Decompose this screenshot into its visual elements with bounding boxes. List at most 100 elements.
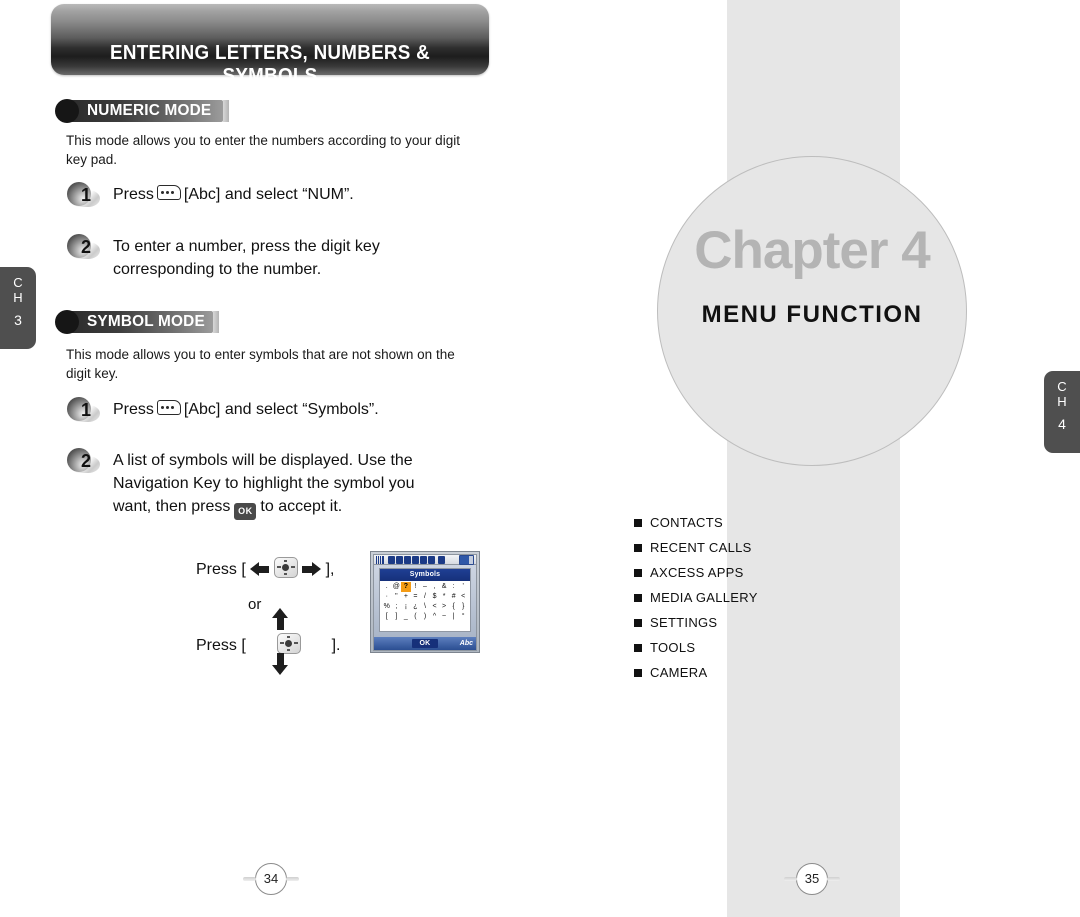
- symbol-cell[interactable]: $: [430, 592, 440, 602]
- symbol-cell[interactable]: +: [401, 592, 411, 602]
- alert-icon: [404, 555, 411, 564]
- toc-item-label: MEDIA GALLERY: [650, 590, 758, 605]
- toc-item[interactable]: CONTACTS: [634, 510, 758, 535]
- ok-key-icon: OK: [234, 503, 257, 520]
- step-text-after: to accept it.: [260, 498, 343, 515]
- symbol-cell[interactable]: *: [439, 592, 449, 602]
- section-bullet-icon: [55, 310, 79, 334]
- nav-instruction-or: or: [248, 596, 262, 613]
- navigation-key-icon: [276, 633, 301, 654]
- chapter-subtitle: MENU FUNCTION: [701, 301, 923, 328]
- toc-item[interactable]: SETTINGS: [634, 610, 758, 635]
- chapter-tab-c: C: [13, 275, 23, 290]
- symbol-cell[interactable]: ': [458, 582, 468, 592]
- page-number-right: 35: [784, 863, 840, 895]
- symbol-cell[interactable]: <: [458, 592, 468, 602]
- symbol-cell[interactable]: @: [392, 582, 402, 592]
- symbol-cell[interactable]: [: [382, 612, 392, 622]
- toc-item[interactable]: RECENT CALLS: [634, 535, 758, 560]
- symbols-dialog-title: Symbols: [380, 569, 470, 581]
- data-icon: [438, 555, 445, 564]
- section-plate-cap: [213, 311, 219, 333]
- step-number: 1: [81, 185, 92, 205]
- toc-item-label: CONTACTS: [650, 515, 723, 530]
- symbol-cell[interactable]: :: [449, 582, 459, 592]
- chapter-tab-left[interactable]: C H 3: [0, 267, 36, 349]
- step-number: 1: [81, 400, 92, 420]
- symbol-cell[interactable]: °: [458, 612, 468, 622]
- left-arrow-icon: [250, 562, 270, 577]
- symbol-cell[interactable]: #: [449, 592, 459, 602]
- symbol-cell[interactable]: ~: [439, 612, 449, 622]
- down-arrow-icon: [272, 653, 289, 675]
- step-text-before: Press: [113, 186, 154, 203]
- softkey-abc-button[interactable]: Abc: [460, 640, 473, 647]
- step-number: 2: [81, 237, 92, 257]
- phone-icon: [388, 555, 395, 564]
- symbols-grid[interactable]: . @?! –, &: ' · " + = / $ * # <%; ¡ ¿ \ < >{}[] _() ^ ~ | °: [380, 581, 470, 623]
- symbol-cell[interactable]: ¿: [411, 602, 421, 612]
- symbol-cell[interactable]: /: [420, 592, 430, 602]
- symbol-cell[interactable]: ·: [382, 592, 392, 602]
- symbol-cell[interactable]: &: [439, 582, 449, 592]
- symbol-cell[interactable]: |: [449, 612, 459, 622]
- toc-bullet-icon: [634, 643, 642, 652]
- symbol-cell[interactable]: (: [411, 612, 421, 622]
- symbol-cell[interactable]: %: [382, 602, 392, 612]
- toc-bullet-icon: [634, 593, 642, 602]
- symbol-mode-paragraph: This mode allows you to enter symbols th…: [66, 347, 455, 381]
- toc-bullet-icon: [634, 618, 642, 627]
- phone-status-bar: [373, 554, 477, 565]
- up-arrow-icon: [272, 608, 289, 630]
- section-bullet-icon: [55, 99, 79, 123]
- toc-item[interactable]: CAMERA: [634, 660, 758, 685]
- abc-key-icon: [156, 185, 181, 200]
- section-plate-cap: [223, 100, 229, 122]
- symbol-cell[interactable]: ]: [392, 612, 402, 622]
- chapter-tab-h: H: [1057, 394, 1067, 409]
- symbol-cell[interactable]: {: [449, 602, 459, 612]
- symbol-cell[interactable]: ): [420, 612, 430, 622]
- toc-bullet-icon: [634, 568, 642, 577]
- press-prefix-2: Press [: [196, 637, 246, 654]
- nav-instruction-line-2: Press [ ].: [196, 633, 341, 655]
- chapter-tab-right[interactable]: C H 4: [1044, 371, 1080, 453]
- toc-item-label: TOOLS: [650, 640, 696, 655]
- step-text: A list of symbols will be displayed. Use…: [113, 449, 443, 520]
- symbol-cell[interactable]: >: [439, 602, 449, 612]
- symbol-cell[interactable]: }: [458, 602, 468, 612]
- symbol-cell[interactable]: \: [420, 602, 430, 612]
- symbol-cell[interactable]: ": [392, 592, 402, 602]
- step-text: Press [Abc] and select “NUM”.: [113, 183, 354, 206]
- step-text-before: Press: [113, 401, 154, 418]
- numeric-mode-paragraph: This mode allows you to enter the number…: [66, 133, 460, 167]
- section-label: NUMERIC MODE: [87, 102, 212, 119]
- navigation-key-icon: [273, 557, 298, 578]
- symbol-cell[interactable]: .: [382, 582, 392, 592]
- abc-key-icon: [156, 400, 181, 415]
- symbols-dialog: Symbols . @?! –, &: ' · " + = / $ * # <%; ¡ ¿ \ < >{}[] _()…: [379, 568, 471, 632]
- toc-item[interactable]: MEDIA GALLERY: [634, 585, 758, 610]
- toc-item[interactable]: TOOLS: [634, 635, 758, 660]
- toc-bullet-icon: [634, 668, 642, 677]
- symbol-cell[interactable]: _: [401, 612, 411, 622]
- toc-item[interactable]: AXCESS APPS: [634, 560, 758, 585]
- symbol-cell[interactable]: ,: [430, 582, 440, 592]
- symbol-cell[interactable]: ¡: [401, 602, 411, 612]
- step-number: 2: [81, 451, 92, 471]
- battery-icon: [459, 554, 474, 565]
- symbol-cell[interactable]: ?: [401, 582, 411, 592]
- phone-screen-mockup: Symbols . @?! –, &: ' · " + = / $ * # <%; ¡ ¿ \ < >{}[] _()…: [370, 551, 480, 653]
- softkey-ok-button[interactable]: OK: [412, 639, 438, 648]
- symbol-cell[interactable]: –: [420, 582, 430, 592]
- symbol-cell[interactable]: !: [411, 582, 421, 592]
- step-text: Press [Abc] and select “Symbols”.: [113, 398, 379, 421]
- step-text: To enter a number, press the digit key c…: [113, 238, 380, 278]
- bluetooth-icon: [428, 555, 435, 564]
- symbol-cell[interactable]: =: [411, 592, 421, 602]
- toc-bullet-icon: [634, 518, 642, 527]
- symbol-cell[interactable]: <: [430, 602, 440, 612]
- symbol-cell[interactable]: ^: [430, 612, 440, 622]
- symbol-cell[interactable]: ;: [392, 602, 402, 612]
- chapter-circle: Chapter 4 MENU FUNCTION: [657, 156, 967, 466]
